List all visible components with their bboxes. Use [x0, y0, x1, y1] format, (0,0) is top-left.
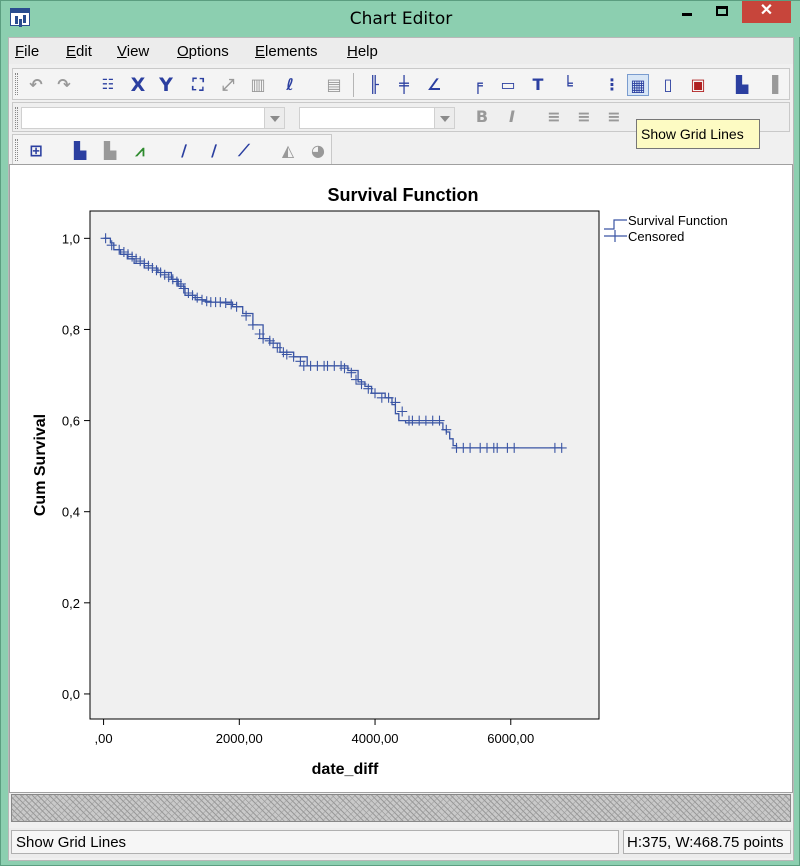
line-chart-icon[interactable]: ⩘ [129, 140, 151, 162]
maximize-button[interactable] [705, 1, 739, 23]
ref-line-x-icon[interactable]: ╟ [363, 74, 385, 96]
align-left-icon[interactable]: ≡ [543, 106, 565, 128]
minimize-button[interactable] [669, 1, 705, 23]
maximize-icon [716, 6, 728, 16]
stacked-bar-icon[interactable]: ▙ [99, 140, 121, 162]
y-tick-label: 1,0 [62, 231, 80, 246]
bar-chart-icon[interactable]: ▙ [69, 140, 91, 162]
chart-type-toolbar: ⊞ ▙ ▙ ⩘ ∕ ∕ ⟋ ◭ ◕ [12, 134, 332, 166]
toolbar-separator [353, 73, 354, 97]
data-label-mode-icon[interactable]: ⛶ [187, 74, 209, 96]
tooltip: Show Grid Lines [636, 119, 760, 149]
x-axis-icon[interactable]: X [127, 74, 149, 96]
transpose-chart-icon[interactable]: ▣ [687, 74, 709, 96]
title-icon[interactable]: ╒ [467, 74, 489, 96]
y-axis-label[interactable]: Cum Survival [32, 414, 49, 516]
area-chart-icon[interactable]: ◭ [277, 140, 299, 162]
status-bar: Show Grid Lines H:375, W:468.75 points [9, 828, 793, 858]
menu-view[interactable]: View [117, 43, 149, 60]
title-bar[interactable]: Chart Editor ✕ [1, 1, 800, 37]
lasso-icon[interactable]: ℓ [279, 74, 301, 96]
y-axis-icon[interactable]: Y [155, 74, 177, 96]
legend-censored-label: Censored [628, 229, 684, 244]
chart-title[interactable]: Survival Function [327, 185, 478, 205]
bar-icon[interactable]: ▐ [761, 74, 783, 96]
show-grid-lines-icon[interactable]: ▦ [627, 74, 649, 96]
font-family-select[interactable] [21, 107, 285, 129]
chart-editor-hatched-area [11, 794, 791, 822]
table-icon[interactable]: ⊞ [25, 140, 47, 162]
italic-button[interactable]: I [501, 106, 523, 128]
chart-size-readout: H:375, W:468.75 points [623, 830, 791, 854]
toolbar-grip[interactable] [15, 139, 18, 161]
status-message: Show Grid Lines [11, 830, 619, 854]
chart-canvas[interactable]: Survival Function 0,0 0,2 0,4 0,6 0,8 1,0 ,00… [9, 164, 793, 793]
x-axis[interactable]: ,00 2000,00 4000,00 6000,00 [95, 719, 535, 746]
annotation-icon[interactable]: ▭ [497, 74, 519, 96]
align-right-icon[interactable]: ≡ [603, 106, 625, 128]
menu-help[interactable]: Help [347, 43, 378, 60]
menu-options[interactable]: Options [177, 43, 229, 60]
legend-survival-swatch [604, 219, 627, 230]
scatter-fit-icon[interactable]: ∕ [203, 140, 225, 162]
main-toolbar: ↶ ↷ ☷ X Y ⛶ ⤢ ▥ ℓ ▤ ╟ ╪ ∠ ╒ ▭ T ╘ ⋮ ▦ ▯ … [12, 68, 790, 100]
legend[interactable]: Survival Function Censored [604, 213, 728, 244]
rescale-icon[interactable]: ⤢ [217, 74, 239, 96]
editor-client-area: File Edit View Options Elements Help ↶ ↷… [8, 37, 794, 861]
undo-icon[interactable]: ↶ [25, 74, 47, 96]
show-data-labels-icon[interactable]: ▤ [323, 74, 345, 96]
y-tick-label: 0,6 [62, 414, 80, 429]
x-tick-label: 2000,00 [216, 731, 263, 746]
text-box-icon[interactable]: T [527, 74, 549, 96]
x-tick-label: 4000,00 [352, 731, 399, 746]
chevron-down-icon[interactable] [434, 108, 454, 128]
legend-survival-label: Survival Function [628, 213, 728, 228]
x-tick-label: 6000,00 [487, 731, 534, 746]
toolbar-grip[interactable] [15, 73, 18, 95]
minimize-icon [682, 13, 692, 16]
chevron-down-icon[interactable] [264, 108, 284, 128]
line-icon[interactable]: ⟋ [233, 140, 255, 162]
footnote-icon[interactable]: ╘ [557, 74, 579, 96]
menu-elements[interactable]: Elements [255, 43, 318, 60]
menu-edit[interactable]: Edit [66, 43, 92, 60]
chart-svg[interactable]: Survival Function 0,0 0,2 0,4 0,6 0,8 1,0 ,00… [10, 165, 792, 792]
show-derived-axis-icon[interactable]: ⋮ [601, 74, 623, 96]
x-tick-label: ,00 [95, 731, 113, 746]
y-tick-label: 0,4 [62, 505, 80, 520]
ref-line-eq-icon[interactable]: ∠ [423, 74, 445, 96]
ref-line-y-icon[interactable]: ╪ [393, 74, 415, 96]
font-size-select[interactable] [299, 107, 455, 129]
y-tick-label: 0,0 [62, 687, 80, 702]
transpose-icon[interactable]: ▥ [247, 74, 269, 96]
y-axis[interactable]: 0,0 0,2 0,4 0,6 0,8 1,0 [62, 231, 90, 702]
bold-button[interactable]: B [471, 106, 493, 128]
redo-icon[interactable]: ↷ [53, 74, 75, 96]
close-button[interactable]: ✕ [742, 1, 791, 23]
x-axis-label[interactable]: date_diff [312, 761, 379, 778]
scatter-icon[interactable]: ∕ [173, 140, 195, 162]
chart-editor-window: Chart Editor ✕ File Edit View Options El… [0, 0, 800, 866]
menu-bar: File Edit View Options Elements Help [9, 38, 793, 64]
toolbar-grip[interactable] [15, 107, 18, 129]
show-legend-icon[interactable]: ▯ [657, 74, 679, 96]
bar-chart-sort-icon[interactable]: ▙ [731, 74, 753, 96]
pie-chart-icon[interactable]: ◕ [307, 140, 329, 162]
close-icon: ✕ [759, 2, 774, 19]
plot-area[interactable] [89, 210, 600, 720]
align-center-icon[interactable]: ≡ [573, 106, 595, 128]
y-tick-label: 0,8 [62, 322, 80, 337]
properties-icon[interactable]: ☷ [97, 74, 119, 96]
menu-file[interactable]: File [15, 43, 39, 60]
y-tick-label: 0,2 [62, 596, 80, 611]
